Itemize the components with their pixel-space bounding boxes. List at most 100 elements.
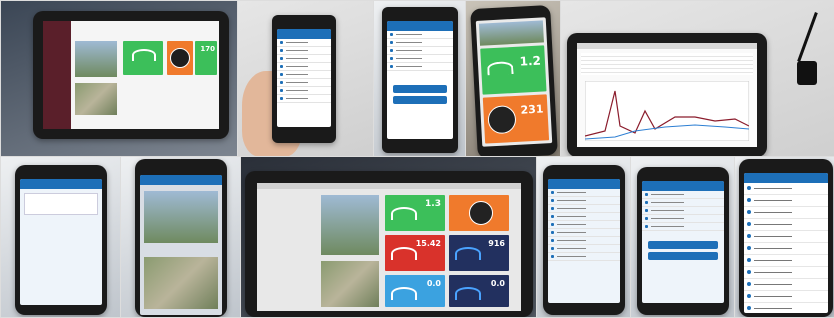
station-photo bbox=[478, 20, 544, 46]
list-item[interactable] bbox=[744, 231, 828, 243]
phone-list-photo bbox=[734, 156, 834, 318]
menu-row[interactable] bbox=[548, 205, 620, 213]
phone-screen bbox=[140, 175, 222, 315]
value-label: 0.0 bbox=[426, 279, 441, 288]
phone-device bbox=[739, 159, 833, 317]
phone-screen bbox=[642, 181, 724, 303]
menu-row[interactable] bbox=[548, 253, 620, 261]
line-chart bbox=[585, 81, 749, 141]
tablet-screen: 170 bbox=[43, 21, 219, 129]
list-item[interactable] bbox=[744, 243, 828, 255]
gauge-icon bbox=[455, 247, 481, 260]
gauge-icon bbox=[391, 247, 417, 260]
compass-icon bbox=[487, 104, 517, 135]
phone-screen bbox=[548, 179, 620, 303]
header-bar bbox=[257, 183, 521, 189]
compass-icon bbox=[170, 48, 190, 68]
phone-menu-photo bbox=[536, 156, 632, 318]
value-label: 15.42 bbox=[415, 239, 441, 248]
primary-button[interactable] bbox=[648, 241, 718, 249]
menu-row[interactable] bbox=[548, 197, 620, 205]
compass-widget: 231 bbox=[482, 94, 550, 144]
compass-widget bbox=[449, 195, 509, 231]
app-bar bbox=[20, 179, 102, 189]
detail-row bbox=[642, 191, 724, 199]
menu-row[interactable] bbox=[277, 95, 331, 103]
station-photo bbox=[144, 191, 218, 243]
tablet-dashboard-photo: 1.3 15.42 916 0.0 0.0 bbox=[240, 156, 538, 318]
gauge-widget: 15.42 bbox=[385, 235, 445, 271]
gauge-widget: 1.3 bbox=[385, 195, 445, 231]
menu-row[interactable] bbox=[548, 245, 620, 253]
detail-row bbox=[387, 47, 453, 55]
tablet-dashboard-photo: 170 bbox=[0, 0, 239, 158]
station-photo bbox=[321, 195, 379, 255]
list-item[interactable] bbox=[744, 255, 828, 267]
menu-row[interactable] bbox=[277, 55, 331, 63]
menu-row[interactable] bbox=[277, 39, 331, 47]
phone-values-photo: 1.2 231 bbox=[465, 0, 562, 158]
gauge-widget: 1.2 bbox=[480, 45, 547, 95]
menu-row[interactable] bbox=[277, 79, 331, 87]
tablet-screen bbox=[577, 43, 757, 147]
list-item[interactable] bbox=[744, 219, 828, 231]
hand-phone-photo bbox=[237, 0, 375, 158]
secondary-button[interactable] bbox=[393, 96, 447, 104]
menu-row[interactable] bbox=[548, 189, 620, 197]
primary-button[interactable] bbox=[393, 85, 447, 93]
tablet-device: 170 bbox=[33, 11, 229, 139]
list-item[interactable] bbox=[744, 267, 828, 279]
data-table bbox=[581, 53, 753, 75]
list-item[interactable] bbox=[744, 279, 828, 291]
secondary-button[interactable] bbox=[648, 252, 718, 260]
tablet-device: 1.3 15.42 916 0.0 0.0 bbox=[245, 171, 533, 317]
menu-row[interactable] bbox=[277, 87, 331, 95]
compass-icon bbox=[469, 201, 493, 225]
gauge-icon bbox=[391, 287, 417, 300]
menu-row[interactable] bbox=[277, 47, 331, 55]
value-label: 1.2 bbox=[519, 53, 542, 69]
gauge-icon bbox=[486, 61, 514, 76]
list-item[interactable] bbox=[744, 195, 828, 207]
phone-detail-photo bbox=[373, 0, 467, 158]
gauge-widget: 916 bbox=[449, 235, 509, 271]
list-item[interactable] bbox=[744, 207, 828, 219]
menu-row[interactable] bbox=[548, 213, 620, 221]
phone-screen: 1.2 231 bbox=[475, 17, 553, 147]
value-label: 170 bbox=[200, 45, 215, 53]
menu-row[interactable] bbox=[548, 237, 620, 245]
value-label: 0.0 bbox=[490, 279, 505, 288]
gauge-widget: 0.0 bbox=[385, 275, 445, 307]
phone-device bbox=[15, 165, 107, 315]
app-bar bbox=[642, 181, 724, 191]
list-item[interactable] bbox=[744, 183, 828, 195]
app-bar bbox=[277, 29, 331, 39]
app-bar bbox=[387, 21, 453, 31]
phone-device bbox=[382, 7, 458, 153]
menu-row[interactable] bbox=[277, 63, 331, 71]
aerial-map-photo bbox=[321, 261, 379, 307]
menu-row[interactable] bbox=[548, 221, 620, 229]
tablet-sidebar bbox=[43, 21, 71, 129]
menu-row[interactable] bbox=[277, 71, 331, 79]
detail-row bbox=[387, 63, 453, 71]
list-item[interactable] bbox=[744, 291, 828, 303]
menu-row[interactable] bbox=[548, 229, 620, 237]
phone-device bbox=[543, 165, 625, 315]
phone-device bbox=[272, 15, 336, 143]
gauge-icon bbox=[391, 207, 417, 220]
detail-row bbox=[642, 207, 724, 215]
phone-screen bbox=[277, 29, 331, 127]
gauge-icon bbox=[455, 287, 481, 300]
list-item[interactable] bbox=[744, 303, 828, 313]
detail-row bbox=[642, 215, 724, 223]
compass-widget bbox=[167, 41, 193, 75]
header-bar bbox=[577, 43, 757, 49]
app-bar bbox=[548, 179, 620, 189]
phone-empty-photo bbox=[0, 156, 122, 318]
app-bar bbox=[140, 175, 222, 185]
gauge-widget: 0.0 bbox=[449, 275, 509, 307]
tablet-screen: 1.3 15.42 916 0.0 0.0 bbox=[257, 183, 521, 311]
detail-row bbox=[642, 199, 724, 207]
tablet-chart-photo bbox=[560, 0, 834, 158]
